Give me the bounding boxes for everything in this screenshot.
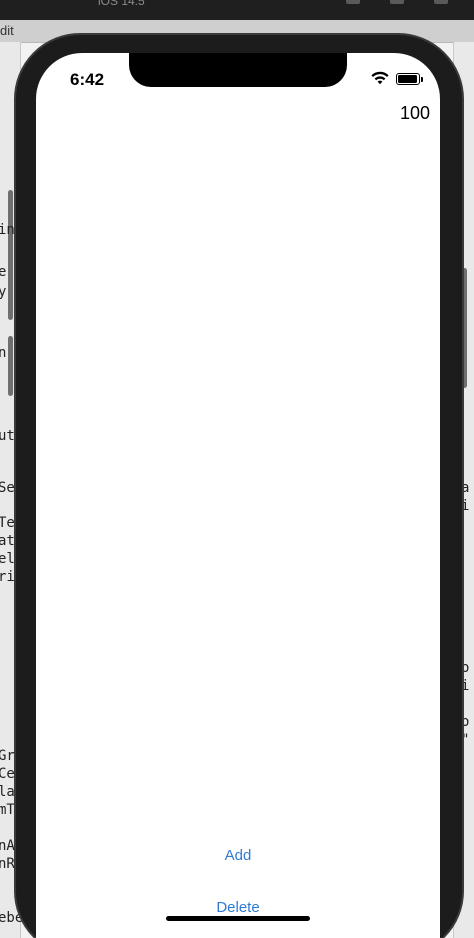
background-code-fragment: y (0, 284, 7, 300)
battery-icon (396, 73, 420, 85)
simulator-title: iOS 14.5 (98, 0, 145, 8)
battery-cap (421, 77, 423, 82)
background-code-fragment: nR (0, 856, 15, 872)
background-code-fragment: Te (0, 515, 15, 531)
background-code-fragment: Gr (0, 748, 15, 764)
background-scrollbar-left-2 (8, 336, 13, 396)
home-indicator[interactable] (166, 916, 310, 921)
background-code-fragment: Ce (0, 766, 15, 782)
background-code-fragment: la (0, 784, 15, 800)
background-code-fragment: n (0, 345, 7, 361)
device-notch (129, 53, 347, 87)
simulator-stage: dit in e y n ut Se Te at el ri Gr Ce la … (0, 0, 474, 938)
background-code-fragment: in (0, 222, 15, 238)
screenshot-button[interactable] (346, 0, 360, 4)
delete-button[interactable]: Delete (36, 899, 440, 916)
background-tab-label: dit (0, 23, 14, 38)
rotate-button[interactable] (390, 0, 404, 4)
background-code-fragment: Se (0, 480, 15, 496)
status-bar-icons (368, 71, 428, 87)
background-code-fragment: nA (0, 838, 15, 854)
counter-value: 100 (399, 103, 430, 123)
wifi-icon (371, 71, 389, 85)
status-bar-time: 6:42 (70, 70, 105, 89)
background-code-fragment: mT (0, 802, 15, 818)
background-scrollbar-left (8, 190, 13, 320)
home-button[interactable] (434, 0, 448, 4)
background-code-fragment: el (0, 551, 15, 567)
simulator-titlebar: iOS 14.5 (0, 0, 474, 20)
background-code-fragment: e (0, 264, 7, 280)
background-code-fragment: ri (0, 569, 15, 585)
background-code-fragment: ut (0, 428, 15, 444)
background-code-fragment: at (0, 533, 15, 549)
battery-fill (398, 75, 417, 83)
add-button[interactable]: Add (36, 847, 440, 864)
device-screen: 6:42 100 Add Delete (36, 53, 440, 938)
